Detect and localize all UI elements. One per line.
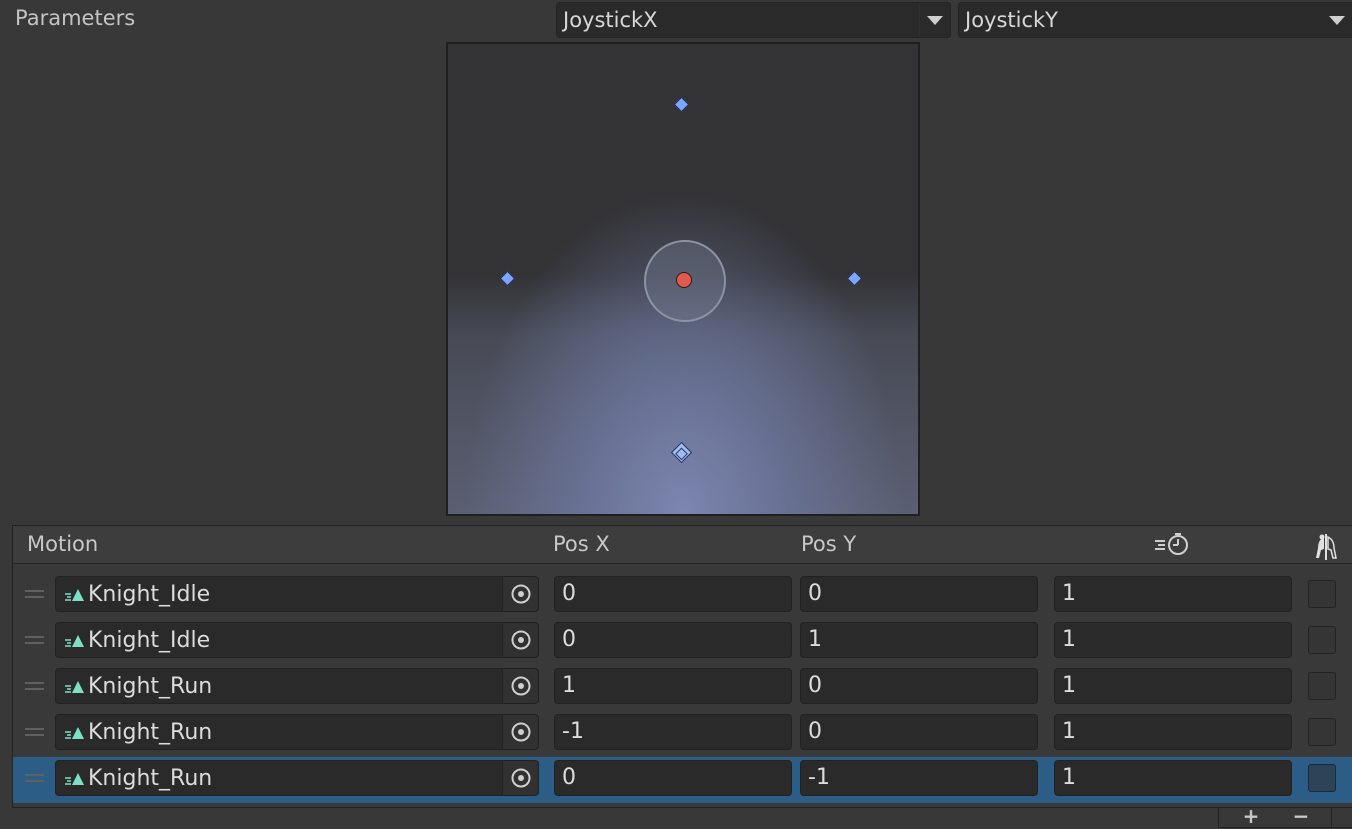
pos-y-input[interactable]: 1 — [800, 622, 1038, 658]
object-picker-icon[interactable] — [502, 715, 538, 749]
motion-point-left[interactable] — [499, 270, 516, 287]
list-footer: + − — [1218, 806, 1352, 829]
motion-row-selected[interactable]: Knight_Run 0 -1 1 — [13, 757, 1352, 803]
header-motion: Motion — [27, 532, 99, 556]
mirror-checkbox[interactable] — [1308, 764, 1336, 792]
drag-handle[interactable] — [25, 774, 44, 782]
motion-clip-field[interactable]: Knight_Run — [55, 668, 539, 704]
motion-clip-field[interactable]: Knight_Run — [55, 760, 539, 796]
pos-y-input[interactable]: 0 — [800, 668, 1038, 704]
motion-list-panel: Motion Pos X Pos Y Knight_Idle 0 0 1 Kni… — [12, 525, 1352, 808]
mirror-checkbox[interactable] — [1308, 626, 1336, 654]
speed-input[interactable]: 1 — [1054, 760, 1292, 796]
speed-clock-icon — [1153, 532, 1195, 558]
parameter-y-dropdown[interactable]: JoystickY — [958, 2, 1352, 38]
motion-clip-field[interactable]: Knight_Idle — [55, 576, 539, 612]
mirror-icon — [1313, 532, 1339, 562]
parameters-label: Parameters — [15, 6, 136, 30]
pos-x-input[interactable]: 0 — [554, 760, 792, 796]
motion-clip-name: Knight_Run — [88, 766, 213, 791]
motion-clip-name: Knight_Run — [88, 720, 213, 745]
pos-y-input[interactable]: 0 — [800, 714, 1038, 750]
speed-input[interactable]: 1 — [1054, 714, 1292, 750]
pos-x-input[interactable]: 0 — [554, 622, 792, 658]
speed-input[interactable]: 1 — [1054, 622, 1292, 658]
motion-point-bottom-selected[interactable] — [670, 441, 693, 464]
animation-clip-icon — [65, 727, 84, 739]
speed-input[interactable]: 1 — [1054, 668, 1292, 704]
pos-x-input[interactable]: 0 — [554, 576, 792, 612]
pos-y-input[interactable]: 0 — [800, 576, 1038, 612]
animation-clip-icon — [65, 773, 84, 785]
pos-x-input[interactable]: 1 — [554, 668, 792, 704]
blend-tree-2d-canvas[interactable] — [446, 42, 920, 516]
motion-clip-name: Knight_Run — [88, 674, 213, 699]
footer-divider — [1331, 808, 1332, 828]
plus-icon[interactable]: + — [1240, 806, 1262, 829]
drag-handle[interactable] — [25, 728, 44, 736]
object-picker-icon[interactable] — [502, 623, 538, 657]
pos-y-input[interactable]: -1 — [800, 760, 1038, 796]
motion-clip-field[interactable]: Knight_Run — [55, 714, 539, 750]
chevron-down-icon — [920, 3, 950, 37]
motion-clip-name: Knight_Idle — [88, 582, 211, 607]
object-picker-icon[interactable] — [502, 577, 538, 611]
mirror-checkbox[interactable] — [1308, 672, 1336, 700]
header-pos-y: Pos Y — [801, 532, 857, 556]
parameter-y-value: JoystickY — [965, 8, 1059, 32]
motion-row[interactable]: Knight_Run -1 0 1 — [13, 711, 1352, 757]
header-pos-x: Pos X — [553, 532, 610, 556]
motion-list-header: Motion Pos X Pos Y — [13, 526, 1352, 564]
object-picker-icon[interactable] — [502, 761, 538, 795]
animation-clip-icon — [65, 589, 84, 601]
parameter-x-value: JoystickX — [563, 8, 658, 32]
motion-row[interactable]: Knight_Idle 0 0 1 — [13, 573, 1352, 619]
animation-clip-icon — [65, 635, 84, 647]
mirror-checkbox[interactable] — [1308, 718, 1336, 746]
mirror-checkbox[interactable] — [1308, 580, 1336, 608]
motion-clip-name: Knight_Idle — [88, 628, 211, 653]
pos-x-input[interactable]: -1 — [554, 714, 792, 750]
motion-clip-field[interactable]: Knight_Idle — [55, 622, 539, 658]
motion-row[interactable]: Knight_Idle 0 1 1 — [13, 619, 1352, 665]
chevron-down-icon — [1322, 3, 1352, 37]
motion-point-right[interactable] — [846, 270, 863, 287]
current-position-dot[interactable] — [676, 272, 692, 288]
object-picker-icon[interactable] — [502, 669, 538, 703]
parameter-x-dropdown[interactable]: JoystickX — [556, 2, 951, 38]
motion-row[interactable]: Knight_Run 1 0 1 — [13, 665, 1352, 711]
drag-handle[interactable] — [25, 590, 44, 598]
animation-clip-icon — [65, 681, 84, 693]
speed-input[interactable]: 1 — [1054, 576, 1292, 612]
drag-handle[interactable] — [25, 636, 44, 644]
drag-handle[interactable] — [25, 682, 44, 690]
minus-icon[interactable]: − — [1290, 806, 1312, 829]
motion-point-top[interactable] — [673, 96, 690, 113]
